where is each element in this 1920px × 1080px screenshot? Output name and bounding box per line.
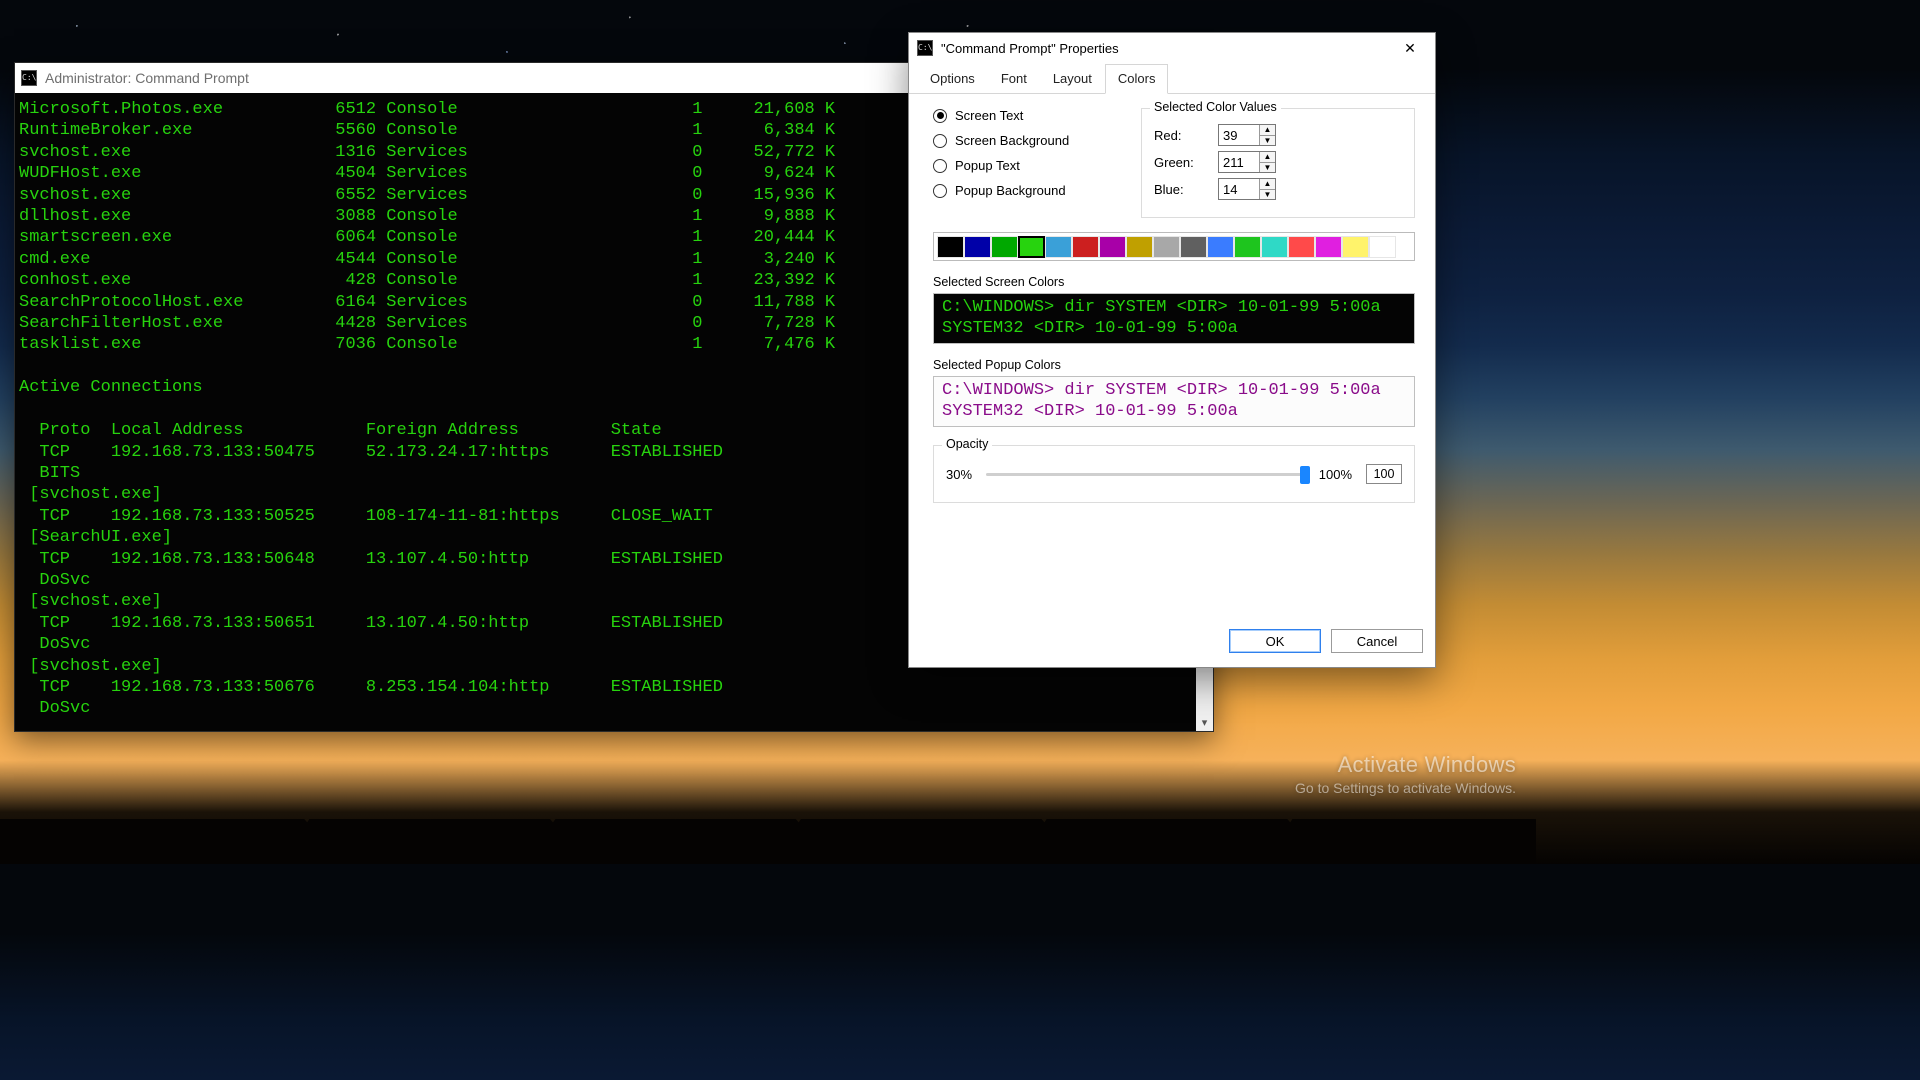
tab-options[interactable]: Options [917, 64, 988, 94]
properties-app-icon [917, 40, 933, 56]
red-input[interactable] [1219, 125, 1259, 145]
color-swatch[interactable] [1018, 236, 1045, 258]
color-swatch[interactable] [1369, 236, 1396, 258]
popup-preview-box: C:\WINDOWS> dir SYSTEM <DIR> 10-01-99 5:… [933, 376, 1415, 427]
cmd-app-icon [21, 70, 37, 86]
opacity-group: Opacity 30% 100% 100 [933, 445, 1415, 503]
properties-titlebar[interactable]: "Command Prompt" Properties ✕ [909, 33, 1435, 63]
radio-label: Popup Background [955, 183, 1066, 198]
color-swatch[interactable] [1315, 236, 1342, 258]
radio-screen-text[interactable]: Screen Text [933, 108, 1113, 123]
popup-preview-legend: Selected Popup Colors [933, 358, 1415, 372]
opacity-min: 30% [946, 467, 972, 482]
color-swatch[interactable] [991, 236, 1018, 258]
radio-screen-background[interactable]: Screen Background [933, 133, 1113, 148]
radio-icon [933, 184, 947, 198]
opacity-slider[interactable] [986, 464, 1305, 484]
radio-popup-text[interactable]: Popup Text [933, 158, 1113, 173]
selected-color-values-group: Selected Color Values Red: ▲▼ Green: ▲▼ [1141, 108, 1415, 218]
scroll-down-icon[interactable]: ▾ [1196, 714, 1213, 731]
properties-title: "Command Prompt" Properties [941, 41, 1381, 56]
close-icon: ✕ [1404, 40, 1416, 57]
red-label: Red: [1154, 128, 1208, 143]
color-swatch[interactable] [1234, 236, 1261, 258]
color-target-radios: Screen Text Screen Background Popup Text Po… [933, 108, 1113, 218]
popup-preview: Selected Popup Colors C:\WINDOWS> dir SY… [933, 358, 1415, 427]
color-swatch[interactable] [937, 236, 964, 258]
color-swatch[interactable] [1342, 236, 1369, 258]
spin-up-icon[interactable]: ▲ [1259, 152, 1275, 162]
scv-legend: Selected Color Values [1150, 100, 1281, 114]
radio-icon [933, 109, 947, 123]
color-swatch[interactable] [1072, 236, 1099, 258]
watermark-line1: Activate Windows [1295, 752, 1516, 778]
properties-dialog[interactable]: "Command Prompt" Properties ✕ OptionsFon… [908, 32, 1436, 668]
opacity-legend: Opacity [942, 437, 992, 451]
color-swatches [933, 232, 1415, 261]
spin-up-icon[interactable]: ▲ [1259, 125, 1275, 135]
screen-preview-box: C:\WINDOWS> dir SYSTEM <DIR> 10-01-99 5:… [933, 293, 1415, 344]
activate-windows-watermark: Activate Windows Go to Settings to activ… [1295, 752, 1516, 796]
spin-down-icon[interactable]: ▼ [1259, 189, 1275, 200]
screen-preview: Selected Screen Colors C:\WINDOWS> dir S… [933, 275, 1415, 344]
properties-tabs: OptionsFontLayoutColors [909, 63, 1435, 94]
cmd-title: Administrator: Command Prompt [45, 70, 249, 86]
radio-icon [933, 134, 947, 148]
properties-footer: OK Cancel [909, 617, 1435, 667]
screen-preview-legend: Selected Screen Colors [933, 275, 1415, 289]
color-swatch[interactable] [1126, 236, 1153, 258]
color-swatch[interactable] [1261, 236, 1288, 258]
spin-down-icon[interactable]: ▼ [1259, 162, 1275, 173]
green-input[interactable] [1219, 152, 1259, 172]
green-label: Green: [1154, 155, 1208, 170]
radio-label: Screen Text [955, 108, 1023, 123]
radio-label: Screen Background [955, 133, 1069, 148]
opacity-value: 100 [1366, 464, 1402, 484]
slider-thumb-icon[interactable] [1300, 466, 1310, 484]
tab-layout[interactable]: Layout [1040, 64, 1105, 94]
red-spinbox[interactable]: ▲▼ [1218, 124, 1276, 146]
cancel-button[interactable]: Cancel [1331, 629, 1423, 653]
properties-body: Screen Text Screen Background Popup Text Po… [909, 94, 1435, 617]
color-swatch[interactable] [1099, 236, 1126, 258]
blue-input[interactable] [1219, 179, 1259, 199]
color-swatch[interactable] [1207, 236, 1234, 258]
spin-down-icon[interactable]: ▼ [1259, 135, 1275, 146]
blue-spinbox[interactable]: ▲▼ [1218, 178, 1276, 200]
tab-font[interactable]: Font [988, 64, 1040, 94]
color-swatch[interactable] [964, 236, 991, 258]
ok-button[interactable]: OK [1229, 629, 1321, 653]
radio-popup-background[interactable]: Popup Background [933, 183, 1113, 198]
radio-icon [933, 159, 947, 173]
color-swatch[interactable] [1288, 236, 1315, 258]
blue-label: Blue: [1154, 182, 1208, 197]
radio-label: Popup Text [955, 158, 1020, 173]
green-spinbox[interactable]: ▲▼ [1218, 151, 1276, 173]
opacity-max: 100% [1319, 467, 1352, 482]
spin-up-icon[interactable]: ▲ [1259, 179, 1275, 189]
watermark-line2: Go to Settings to activate Windows. [1295, 780, 1516, 796]
color-swatch[interactable] [1153, 236, 1180, 258]
color-swatch[interactable] [1180, 236, 1207, 258]
close-button[interactable]: ✕ [1389, 34, 1431, 62]
color-swatch[interactable] [1045, 236, 1072, 258]
tab-colors[interactable]: Colors [1105, 64, 1169, 94]
